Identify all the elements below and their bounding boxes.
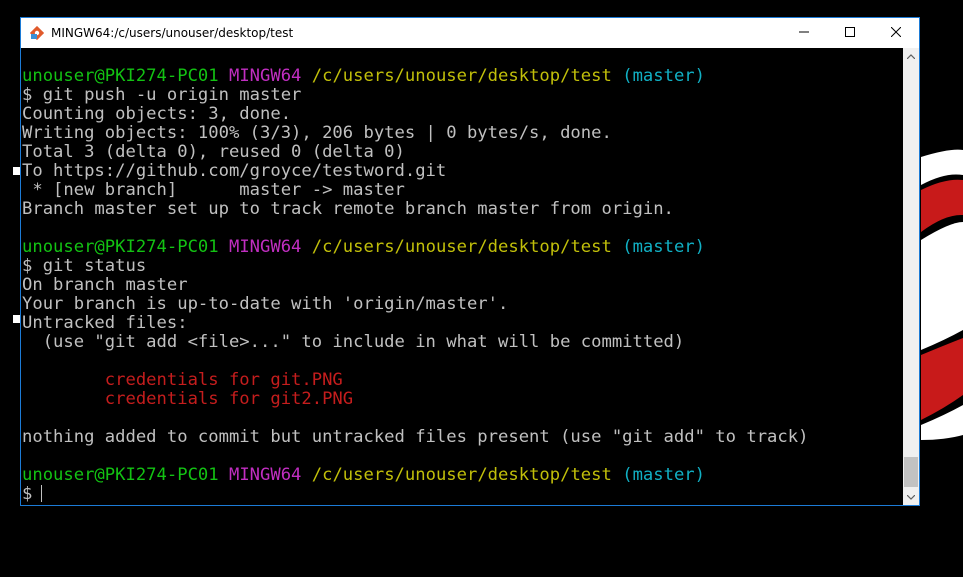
output-line: Writing objects: 100% (3/3), 206 bytes |… [22, 123, 612, 143]
command-line: $ git status [22, 256, 147, 276]
close-button[interactable] [873, 18, 919, 48]
output-line: To https://github.com/groyce/testword.gi… [22, 161, 447, 181]
terminal-output[interactable]: unouser@PKI274-PC01 MINGW64 /c/users/uno… [21, 48, 905, 505]
minimize-button[interactable] [781, 18, 827, 48]
output-line: Your branch is up-to-date with 'origin/m… [22, 294, 509, 314]
prompt-system: MINGW64 [228, 237, 302, 257]
prompt-user: unouser@PKI274-PC01 [22, 465, 219, 485]
chevron-down-icon [907, 494, 915, 500]
maximize-icon [845, 24, 855, 42]
output-line: (use "git add <file>..." to include in w… [22, 332, 685, 352]
untracked-file: credentials for git2.PNG [22, 389, 354, 409]
prompt-branch: (master) [622, 465, 706, 485]
window-title: MINGW64:/c/users/unouser/desktop/test [51, 26, 294, 40]
terminal-window: MINGW64:/c/users/unouser/desktop/test un… [20, 17, 920, 506]
prompt-line: unouser@PKI274-PC01 MINGW64 /c/users/uno… [22, 466, 905, 485]
output-line: * [new branch] master -> master [22, 180, 405, 200]
vertical-scrollbar[interactable] [903, 48, 919, 505]
output-line: Counting objects: 3, done. [22, 104, 292, 124]
prompt-user: unouser@PKI274-PC01 [22, 237, 219, 257]
chevron-up-icon [907, 53, 915, 59]
scroll-up-button[interactable] [903, 48, 919, 64]
prompt-branch: (master) [622, 237, 706, 257]
minimize-icon [799, 24, 809, 42]
git-bash-icon [29, 25, 45, 41]
prompt-path: /c/users/unouser/desktop/test [311, 237, 612, 257]
close-icon [890, 24, 902, 42]
scrollbar-thumb[interactable] [904, 457, 918, 487]
prompt-path: /c/users/unouser/desktop/test [311, 465, 612, 485]
output-line: nothing added to commit but untracked fi… [22, 427, 809, 447]
prompt-branch: (master) [622, 66, 706, 86]
output-line: Total 3 (delta 0), reused 0 (delta 0) [22, 142, 405, 162]
output-line: Untracked files: [22, 313, 188, 333]
output-line: Branch master set up to track remote bra… [22, 199, 674, 219]
text-cursor [41, 485, 43, 502]
prompt-path: /c/users/unouser/desktop/test [311, 66, 612, 86]
prompt-line: unouser@PKI274-PC01 MINGW64 /c/users/uno… [22, 67, 905, 86]
prompt-system: MINGW64 [228, 66, 302, 86]
prompt-symbol: $ [22, 484, 33, 504]
title-bar[interactable]: MINGW64:/c/users/unouser/desktop/test [21, 18, 919, 48]
input-line[interactable]: $ [22, 485, 905, 504]
command-line: $ git push -u origin master [22, 85, 302, 105]
prompt-line: unouser@PKI274-PC01 MINGW64 /c/users/uno… [22, 238, 905, 257]
untracked-file: credentials for git.PNG [22, 370, 343, 390]
scroll-down-button[interactable] [903, 489, 919, 505]
prompt-system: MINGW64 [228, 465, 302, 485]
prompt-user: unouser@PKI274-PC01 [22, 66, 219, 86]
maximize-button[interactable] [827, 18, 873, 48]
output-line: On branch master [22, 275, 188, 295]
